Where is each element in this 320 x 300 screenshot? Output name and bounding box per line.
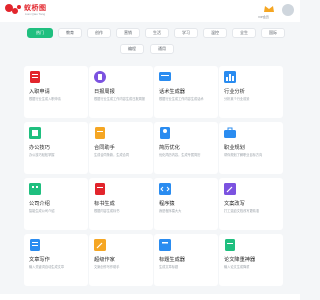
tab-creation[interactable]: 创作 <box>87 28 111 38</box>
tab-marketing[interactable]: 营销 <box>116 28 140 38</box>
card-desc: 根据内容生成标书 <box>94 209 120 213</box>
card-daily-report[interactable]: 日报周报 根据行业生成工作内容生成日报周报 <box>89 66 153 118</box>
article-icon <box>30 239 40 251</box>
tab-general[interactable]: 通用 <box>150 44 174 54</box>
card-company-intro[interactable]: 公司介绍 智能生成公司介绍 <box>24 178 88 230</box>
title-icon <box>159 239 171 251</box>
tab-full[interactable]: 全生 <box>232 28 256 38</box>
card-desc: 根据行业生成入职申请 <box>29 97 61 101</box>
vip-crown-icon[interactable] <box>262 2 276 16</box>
card-desc: 分析某个行业前景 <box>224 97 250 101</box>
card-industry-analysis[interactable]: 行业分析 分析某个行业前景 <box>219 66 283 118</box>
card-bid-generator[interactable]: 标书生成 根据内容生成标书 <box>89 178 153 230</box>
card-desc: 打工逼迫文档改写更精准 <box>224 209 260 213</box>
card-onboarding[interactable]: 入职申请 根据行业生成入职申请 <box>24 66 88 118</box>
card-desc: 输入关键词自动生成文章 <box>29 265 65 269</box>
pen-icon <box>224 183 236 195</box>
card-resume-optimization[interactable]: 简历优化 优化简历内容，生成专属简历 <box>154 122 218 174</box>
card-copy-rewrite[interactable]: 文案改写 打工逼迫文档改写更精准 <box>219 178 283 230</box>
card-career-planning[interactable]: 职业规划 帮你规划了解职业目标方向 <box>219 122 283 174</box>
bid-icon <box>95 183 105 195</box>
card-desc: 办公技巧轻松掌握 <box>29 153 55 157</box>
card-desc: 生成合同条款，生成合同 <box>94 153 130 157</box>
card-desc: 生成文章标题 <box>159 265 179 269</box>
resume-icon <box>160 127 170 139</box>
card-title: 入职申请 <box>29 89 50 95</box>
card-desc: 优化简历内容，生成专属简历 <box>159 153 201 157</box>
card-title: 公司介绍 <box>29 201 50 207</box>
top-header: 蚁桥图 Lian Qiao Tang VIP会员 <box>0 0 300 22</box>
card-title: 日报周报 <box>94 89 115 95</box>
card-title: 文案改写 <box>224 201 245 207</box>
card-super-writer[interactable]: 超级作家 文案创作写作助手 <box>89 234 153 286</box>
logo-icon[interactable] <box>4 2 22 18</box>
card-desc: 帮你规划了解职业目标方向 <box>224 153 263 157</box>
card-title: 职业规划 <box>224 145 245 151</box>
tab-hot[interactable]: 热门 <box>27 28 53 38</box>
card-office-tips[interactable]: 办公技巧 办公技巧轻松掌握 <box>24 122 88 174</box>
card-title: 论文降重神器 <box>224 257 256 263</box>
card-title: 超级作家 <box>94 257 115 263</box>
tab-education[interactable]: 教育 <box>58 28 82 38</box>
card-desc: 我是程序猿大大 <box>159 209 182 213</box>
card-title: 简历优化 <box>159 145 180 151</box>
card-script-generator[interactable]: 话术生成器 根据行业生成工作内容生成话术 <box>154 66 218 118</box>
writer-icon <box>94 239 106 251</box>
card-desc: 智能生成公司介绍 <box>29 209 55 213</box>
contract-icon <box>95 127 105 139</box>
card-desc: 输入论文生成降重 <box>224 265 250 269</box>
card-desc: 根据行业生成工作内容生成日报周报 <box>94 97 145 101</box>
card-title: 程序猿 <box>159 201 175 207</box>
card-title: 文章写作 <box>29 257 50 263</box>
avatar[interactable] <box>282 4 294 16</box>
card-article-writing[interactable]: 文章写作 输入关键词自动生成文章 <box>24 234 88 286</box>
chat-icon <box>159 72 171 81</box>
vip-label[interactable]: VIP会员 <box>258 15 269 19</box>
card-title-generator[interactable]: 标题生成器 生成文章标题 <box>154 234 218 286</box>
code-icon <box>159 183 171 195</box>
card-title: 标题生成器 <box>159 257 185 263</box>
briefcase-icon <box>224 127 236 138</box>
card-title: 行业分析 <box>224 89 245 95</box>
tab-international[interactable]: 国际 <box>261 28 285 38</box>
card-title: 标书生成 <box>94 201 115 207</box>
footer <box>0 294 300 300</box>
office-icon <box>29 127 41 139</box>
document-icon <box>30 71 40 83</box>
card-contract-assistant[interactable]: 合同助手 生成合同条款，生成合同 <box>89 122 153 174</box>
tab-life[interactable]: 生活 <box>145 28 169 38</box>
card-title: 办公技巧 <box>29 145 50 151</box>
chart-icon <box>224 71 236 83</box>
card-paper-dedup[interactable]: 论文降重神器 输入论文生成降重 <box>219 234 283 286</box>
card-title: 话术生成器 <box>159 89 185 95</box>
card-programmer[interactable]: 程序猿 我是程序猿大大 <box>154 178 218 230</box>
tab-temp[interactable]: 温控 <box>203 28 227 38</box>
building-icon <box>29 183 41 195</box>
paper-icon <box>225 239 235 251</box>
card-title: 合同助手 <box>94 145 115 151</box>
card-desc: 文案创作写作助手 <box>94 265 120 269</box>
report-icon <box>94 71 106 83</box>
card-desc: 根据行业生成工作内容生成话术 <box>159 97 204 101</box>
tab-study[interactable]: 学习 <box>174 28 198 38</box>
tab-programming[interactable]: 编程 <box>120 44 144 54</box>
brand-subtitle: Lian Qiao Tang <box>25 12 46 16</box>
